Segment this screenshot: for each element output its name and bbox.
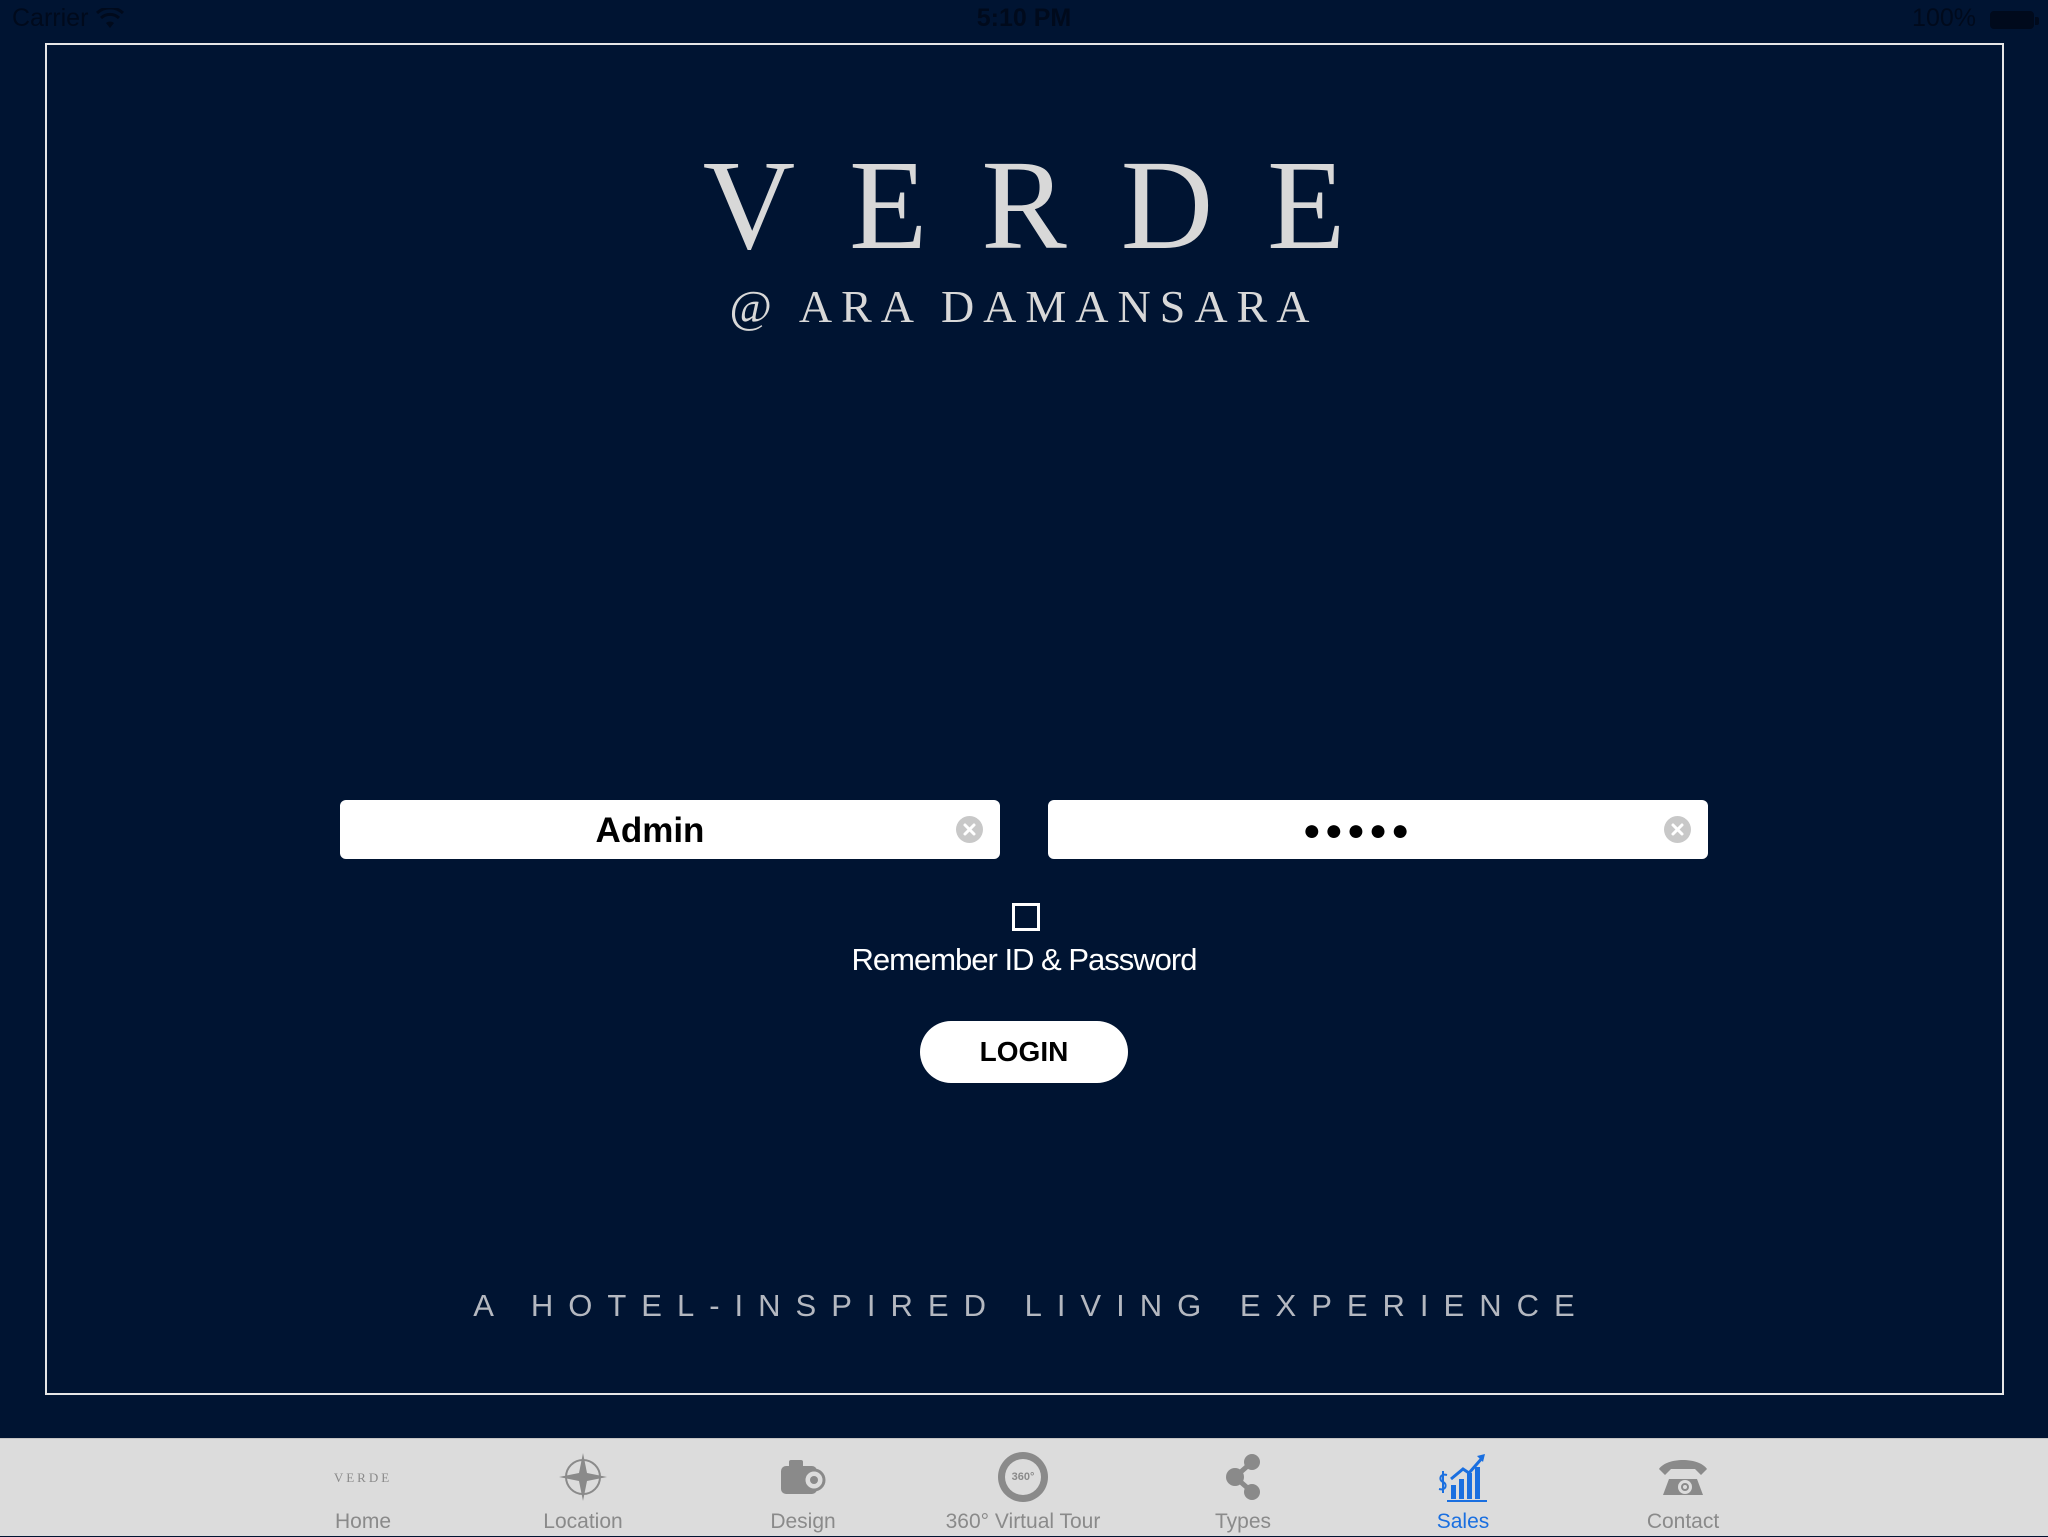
svg-text:360°: 360° <box>1012 1471 1035 1483</box>
share-icon <box>1226 1454 1260 1500</box>
username-field[interactable]: Admin <box>340 800 1000 859</box>
tab-design[interactable]: Design <box>693 1439 913 1537</box>
password-value[interactable]: ●●●●● <box>1048 800 1668 859</box>
brand-subtitle: @ ARA DAMANSARA <box>729 281 1319 332</box>
tab-label: Sales <box>1436 1510 1490 1533</box>
password-field[interactable]: ●●●●● <box>1048 800 1708 859</box>
remember-checkbox[interactable] <box>1012 903 1040 931</box>
tab-sales[interactable]: Sales <box>1353 1439 1573 1537</box>
login-button[interactable]: LOGIN <box>920 1021 1128 1083</box>
svg-text:VERDE: VERDE <box>334 1470 392 1485</box>
tab-label: Home <box>334 1510 392 1533</box>
battery-icon <box>1990 11 2039 29</box>
tab-home[interactable]: VERDE Home <box>253 1439 473 1537</box>
tab-virtual-tour[interactable]: 360° 360° Virtual Tour <box>913 1439 1133 1537</box>
tab-label: Types <box>1214 1510 1272 1533</box>
tab-contact[interactable]: Contact <box>1573 1439 1793 1537</box>
username-value[interactable]: Admin <box>340 800 960 859</box>
clear-username-icon[interactable] <box>956 816 983 843</box>
verde-logo-icon: VERDE <box>334 1470 392 1485</box>
clear-password-icon[interactable] <box>1664 816 1691 843</box>
tab-label: Location <box>543 1510 623 1533</box>
contact-phone-icon <box>1659 1460 1707 1495</box>
brand-title: VERDE <box>702 134 1400 276</box>
remember-label: Remember ID & Password <box>851 942 1198 977</box>
camera-icon <box>781 1460 826 1494</box>
battery-percentage: 100% <box>1912 4 1976 32</box>
tab-label: Design <box>770 1510 836 1533</box>
status-bar: Carrier 5:10 PM 100% <box>0 0 2048 40</box>
compass-icon <box>559 1453 607 1501</box>
brand-logo: VERDE @ ARA DAMANSARA <box>0 135 2048 335</box>
tab-bar: VERDE Home Location Design 360° 360° Vir… <box>0 1438 2048 1536</box>
tab-label: 360° Virtual Tour <box>945 1510 1101 1533</box>
tagline: A HOTEL-INSPIRED LIVING EXPERIENCE <box>473 1288 1590 1323</box>
sales-chart-icon <box>1438 1454 1487 1502</box>
tab-types[interactable]: Types <box>1133 1439 1353 1537</box>
tab-label: Contact <box>1646 1510 1720 1533</box>
virtual-tour-360-icon: 360° <box>998 1452 1048 1502</box>
tab-location[interactable]: Location <box>473 1439 693 1537</box>
status-time: 5:10 PM <box>976 4 1072 32</box>
